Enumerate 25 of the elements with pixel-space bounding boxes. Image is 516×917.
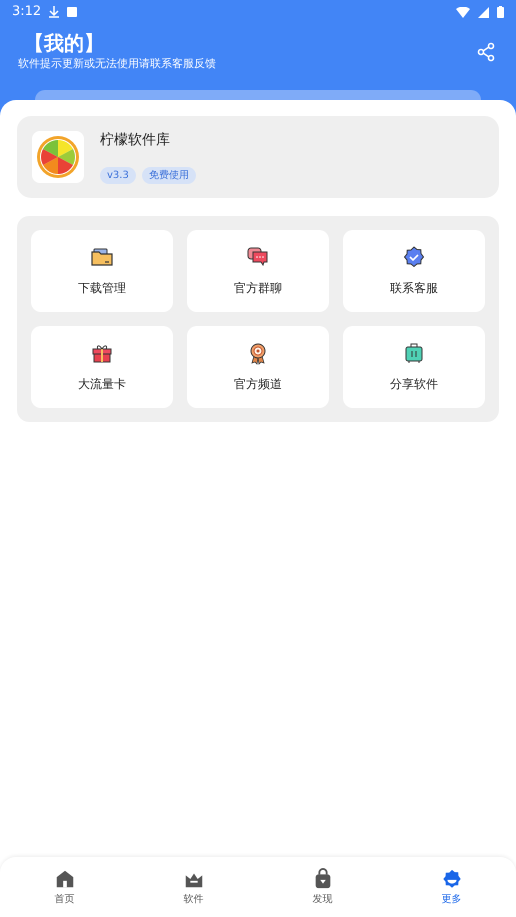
tag: v3.3	[100, 167, 136, 184]
notification-icon	[67, 7, 78, 17]
menu-tile[interactable]: 大流量卡	[31, 326, 173, 408]
nav-tab[interactable]: 发现	[258, 857, 387, 917]
tag: 免费使用	[142, 167, 196, 184]
chat-bubbles-icon	[246, 245, 270, 269]
menu-tile[interactable]: 下载管理	[31, 230, 173, 312]
nav-tab[interactable]: 软件	[129, 857, 258, 917]
menu-tile[interactable]: 官方频道	[187, 326, 329, 408]
share-button[interactable]	[476, 42, 496, 62]
page-subtitle: 软件提示更新或无法使用请联系客服反馈	[18, 56, 217, 72]
battery-icon	[497, 6, 504, 18]
nav-tab[interactable]: 首页	[0, 857, 129, 917]
signal-icon	[478, 6, 489, 18]
verified-badge-icon	[402, 245, 426, 269]
status-time: 3:12	[12, 3, 42, 22]
download-icon	[49, 6, 60, 18]
nav-tab[interactable]: 更多	[387, 857, 516, 917]
menu-tile[interactable]: 官方群聊	[187, 230, 329, 312]
page-title: 【我的】	[24, 30, 105, 56]
app-name: 柠檬软件库	[100, 131, 171, 150]
menu-tile[interactable]: 联系客服	[343, 230, 485, 312]
share-icon	[476, 42, 496, 62]
wifi-icon	[456, 6, 470, 18]
menu-tile[interactable]: 分享软件	[343, 326, 485, 408]
